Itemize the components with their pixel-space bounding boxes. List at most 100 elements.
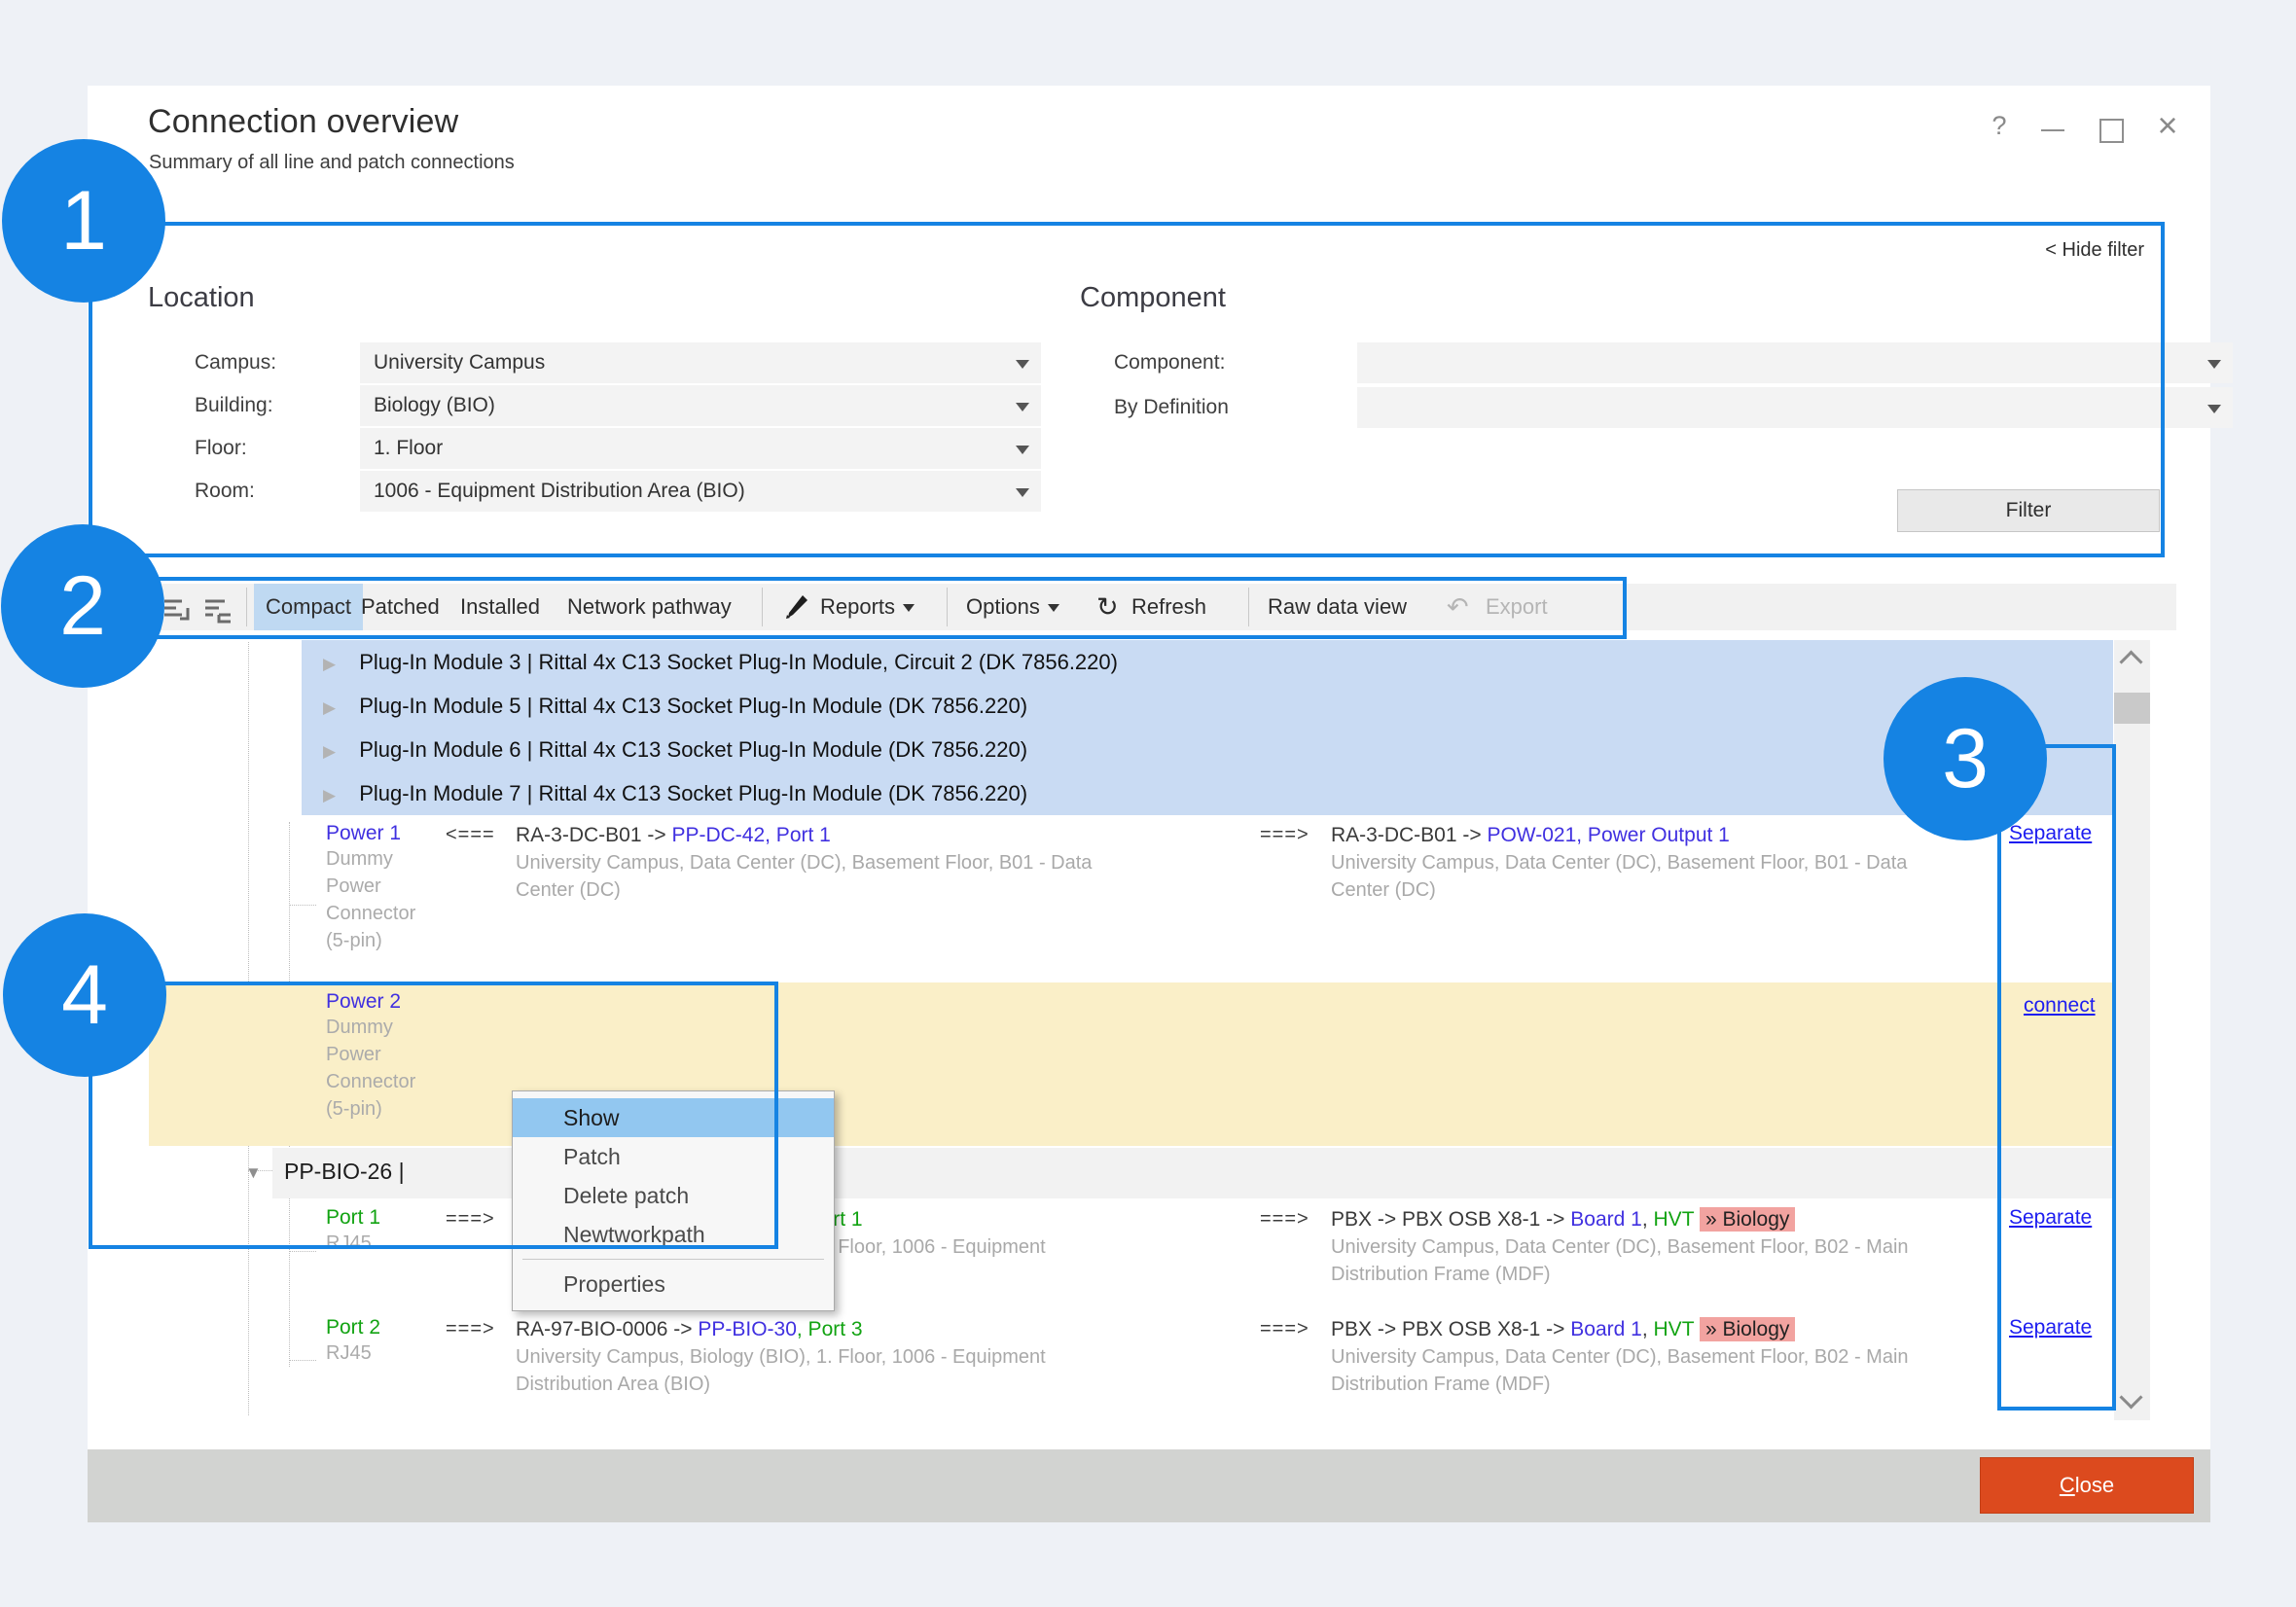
menu-item-delete-patch[interactable]: Delete patch — [513, 1176, 834, 1215]
expander-collapsed-icon[interactable]: ▶ — [323, 698, 336, 717]
scrollbar-thumb[interactable] — [2114, 693, 2150, 724]
connection-location: University Campus, Biology (BIO), 1. Flo… — [516, 1343, 1206, 1371]
by-definition-label: By Definition — [1114, 387, 1229, 428]
module-row-label[interactable]: Plug-In Module 3 | Rittal 4x C13 Socket … — [359, 650, 1118, 674]
direction-marker: ===> — [446, 1318, 495, 1340]
connection-device[interactable]: POW-021, Power Output 1 — [1487, 824, 1729, 846]
close-icon[interactable]: × — [2148, 105, 2187, 146]
building-chip: » Biology — [1700, 1317, 1795, 1341]
export-button[interactable]: Export — [1486, 584, 1548, 630]
connection-location: Center (DC) — [516, 876, 1206, 904]
connection-device[interactable]: Board 1 — [1570, 1318, 1642, 1340]
port-type-line: RJ45 — [326, 1339, 448, 1367]
collapse-all-icon[interactable] — [162, 593, 196, 621]
tab-compact[interactable]: Compact — [254, 584, 363, 630]
tab-network-pathway[interactable]: Network pathway — [567, 584, 732, 630]
direction-marker: ===> — [446, 1208, 495, 1231]
connection-path: RA-3-DC-B01 -> — [516, 824, 671, 846]
refresh-button[interactable]: Refresh — [1131, 584, 1206, 630]
reports-button[interactable]: Reports — [820, 584, 915, 630]
menu-item-show[interactable]: Show — [513, 1098, 834, 1137]
building-select[interactable]: Biology (BIO) — [360, 385, 1041, 426]
dropdown-caret-icon — [1048, 604, 1059, 612]
tab-patched[interactable]: Patched — [361, 584, 440, 630]
port-type-line: Connector — [326, 900, 448, 927]
scroll-down-icon[interactable] — [2119, 1385, 2142, 1409]
options-button[interactable]: Options — [966, 584, 1059, 630]
module-row-label[interactable]: Plug-In Module 6 | Rittal 4x C13 Socket … — [359, 737, 1027, 762]
separate-link[interactable]: Separate — [2009, 1316, 2092, 1339]
expander-expanded-icon[interactable]: ▼ — [245, 1163, 262, 1183]
module-row-label[interactable]: Plug-In Module 5 | Rittal 4x C13 Socket … — [359, 694, 1027, 718]
filter-button[interactable]: Filter — [1897, 489, 2160, 532]
connection-device[interactable]: PP-BIO-30 — [698, 1318, 797, 1340]
page-title: Connection overview — [148, 103, 458, 141]
list-toolbar: Compact Patched Installed Network pathwa… — [151, 584, 2176, 630]
campus-label: Campus: — [195, 342, 276, 383]
connection-tag: HVT — [1654, 1318, 1695, 1340]
tree-row-module: ▶ Plug-In Module 3 | Rittal 4x C13 Socke… — [323, 640, 1118, 684]
connection-device[interactable]: Board 1 — [1570, 1208, 1642, 1231]
direction-marker: <=== — [446, 824, 495, 846]
menu-item-properties[interactable]: Properties — [513, 1265, 834, 1303]
tab-installed[interactable]: Installed — [460, 584, 540, 630]
port-type-line: RJ45 — [326, 1230, 448, 1257]
connection-location: University Campus, Data Center (DC), Bas… — [516, 849, 1206, 876]
menu-item-networkpath[interactable]: Newtworkpath — [513, 1215, 834, 1254]
port-name[interactable]: Port 2 — [326, 1316, 448, 1339]
expander-collapsed-icon[interactable]: ▶ — [323, 786, 336, 804]
menu-item-patch[interactable]: Patch — [513, 1137, 834, 1176]
tree-row-module: ▶ Plug-In Module 6 | Rittal 4x C13 Socke… — [323, 728, 1027, 771]
table-row-power1[interactable]: Power 1 Dummy Power Connector (5-pin) <=… — [88, 822, 2113, 982]
connect-link[interactable]: connect — [2024, 994, 2096, 1018]
connection-path: PBX -> PBX OSB X8-1 -> — [1331, 1208, 1570, 1231]
connection-location: University Campus, Data Center (DC), Bas… — [1331, 1233, 2002, 1261]
room-select[interactable]: 1006 - Equipment Distribution Area (BIO) — [360, 471, 1041, 512]
scroll-up-icon[interactable] — [2119, 650, 2142, 673]
connection-path: PBX -> PBX OSB X8-1 -> — [1331, 1318, 1570, 1340]
port-type-line: (5-pin) — [326, 927, 448, 954]
tree-row-module: ▶ Plug-In Module 5 | Rittal 4x C13 Socke… — [323, 684, 1027, 728]
hide-filter-link[interactable]: < Hide filter — [2045, 239, 2144, 262]
port-name[interactable]: Power 1 — [326, 822, 448, 845]
floor-select[interactable]: 1. Floor — [360, 428, 1041, 469]
component-select[interactable] — [1357, 342, 2233, 383]
scrollbar[interactable] — [2114, 640, 2150, 1420]
direction-marker: ===> — [1260, 824, 1309, 846]
expander-collapsed-icon[interactable]: ▶ — [323, 655, 336, 673]
connection-device[interactable]: PP-DC-42, Port 1 — [671, 824, 830, 846]
port-type-line: Dummy — [326, 845, 448, 873]
raw-data-view-button[interactable]: Raw data view — [1268, 584, 1407, 630]
group-row-label[interactable]: PP-BIO-26 | — [284, 1159, 405, 1185]
help-icon[interactable]: ? — [1980, 111, 2019, 141]
minimize-icon[interactable] — [2041, 129, 2064, 131]
connection-path: , — [1642, 1318, 1654, 1340]
port-name[interactable]: Port 1 — [326, 1206, 448, 1230]
floor-label: Floor: — [195, 428, 247, 469]
close-button-mnemonic: C — [2060, 1473, 2075, 1497]
building-value: Biology (BIO) — [374, 394, 495, 416]
close-button[interactable]: Close — [1980, 1457, 2194, 1514]
chevron-down-icon — [1016, 403, 1029, 411]
separate-link[interactable]: Separate — [2009, 1206, 2092, 1230]
expander-collapsed-icon[interactable]: ▶ — [323, 742, 336, 761]
separate-link[interactable]: Separate — [2009, 822, 2092, 845]
location-heading: Location — [148, 282, 255, 314]
building-label: Building: — [195, 385, 273, 426]
port-name[interactable]: Power 2 — [326, 990, 448, 1014]
toolbar-separator — [947, 588, 948, 626]
chevron-down-icon — [2207, 405, 2221, 413]
table-row-port2[interactable]: Port 2 RJ45 ===> RA-97-BIO-0006 -> PP-BI… — [88, 1316, 2113, 1425]
maximize-icon[interactable] — [2099, 119, 2124, 143]
connection-path: RA-3-DC-B01 -> — [1331, 824, 1487, 846]
table-row-port1[interactable]: Port 1 RJ45 ===> RA-97-BIO-0006 -> PP-BI… — [88, 1206, 2113, 1315]
by-definition-select[interactable] — [1357, 387, 2233, 428]
reports-label: Reports — [820, 594, 895, 619]
module-row-label[interactable]: Plug-In Module 7 | Rittal 4x C13 Socket … — [359, 781, 1027, 805]
options-label: Options — [966, 594, 1040, 619]
expand-all-icon[interactable] — [203, 593, 236, 621]
chevron-down-icon — [1016, 360, 1029, 369]
table-row-power2[interactable]: Power 2 Dummy Power Connector (5-pin) co… — [149, 982, 2113, 1146]
menu-separator — [522, 1259, 824, 1260]
campus-select[interactable]: University Campus — [360, 342, 1041, 383]
